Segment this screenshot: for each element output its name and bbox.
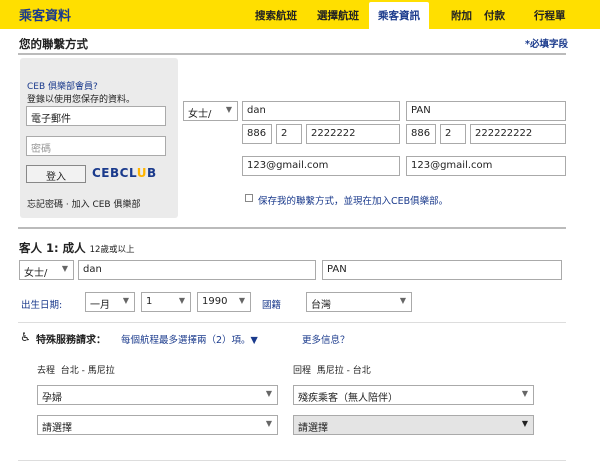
outbound-service-value-1: 孕婦 xyxy=(42,393,62,404)
passenger-title-value: 女士/ xyxy=(24,268,48,279)
chevron-down-icon: ▼ xyxy=(178,296,185,305)
nav-add-ons[interactable]: 附加 xyxy=(451,8,472,23)
passenger-title-select[interactable]: 女士/ ▼ xyxy=(19,260,74,280)
per-flight-toggle[interactable]: 每個航程最多選擇兩（2）項。▼ xyxy=(121,332,258,346)
more-info-link[interactable]: 更多信息？ xyxy=(302,332,350,346)
outbound-label: 去程 xyxy=(37,366,56,376)
passenger-heading: 客人 1: 成人 12歲或以上 xyxy=(19,240,134,256)
nav-passenger-info[interactable]: 乘客資訊 xyxy=(369,2,429,35)
outbound-service-select-2[interactable]: 請選擇 ▼ xyxy=(37,415,278,435)
login-button[interactable]: 登入 xyxy=(26,165,86,183)
passenger-first-name-input[interactable]: dan xyxy=(78,260,316,280)
nav-payment[interactable]: 付款 xyxy=(484,8,505,23)
contact-last-name-input[interactable]: PAN xyxy=(406,101,566,121)
email-input-1[interactable]: 123@gmail.com xyxy=(242,156,400,176)
passenger-heading-main: 客人 1: 成人 xyxy=(19,241,86,255)
chevron-down-icon: ▼ xyxy=(238,296,245,305)
return-service-value-1: 殘疾乘客（無人陪伴） xyxy=(298,393,398,404)
nationality-label: 國籍 xyxy=(262,300,282,311)
nationality-value: 台灣 xyxy=(311,300,331,311)
dob-label: 出生日期: xyxy=(21,300,63,311)
passenger-age-note: 12歲或以上 xyxy=(89,245,135,255)
contact-heading: 您的聯繫方式 xyxy=(19,37,88,51)
dob-day-value: 1 xyxy=(146,296,153,307)
phone1-area-code[interactable]: 2 xyxy=(276,124,302,144)
ceb-club-logo: CEBCLUB xyxy=(92,166,157,180)
nav-select-flights[interactable]: 選擇航班 xyxy=(317,8,359,23)
divider xyxy=(18,322,566,323)
forgot-join-link[interactable]: 忘記密碼 · 加入 CEB 俱樂部 xyxy=(27,197,140,210)
chevron-down-icon: ▼ xyxy=(61,264,68,273)
top-bar: 乘客資料 搜索航班 選擇航班 乘客資訊 附加 付款 行程單 xyxy=(0,0,600,35)
chevron-down-icon: ▼ xyxy=(265,419,272,428)
login-email-input[interactable]: 電子郵件 xyxy=(26,106,166,126)
login-hint: 登錄以使用您保存的資料。 xyxy=(27,95,136,105)
special-services-label: 特殊服務請求： xyxy=(36,335,106,346)
save-contact-checkbox[interactable] xyxy=(245,194,253,202)
divider xyxy=(18,460,566,461)
phone2-number[interactable]: 222222222 xyxy=(470,124,566,144)
page-title: 乘客資料 xyxy=(19,9,72,24)
return-service-select-1[interactable]: 殘疾乘客（無人陪伴） ▼ xyxy=(293,385,534,405)
login-password-input[interactable]: 密碼 xyxy=(26,136,166,156)
contact-title-value: 女士/ xyxy=(188,109,212,120)
nav-itinerary[interactable]: 行程單 xyxy=(534,8,566,23)
chevron-down-icon: ▼ xyxy=(521,419,528,428)
chevron-down-icon: ▼ xyxy=(521,389,528,398)
return-service-select-2[interactable]: 請選擇 ▼ xyxy=(293,415,534,435)
chevron-down-icon: ▼ xyxy=(399,296,406,305)
dob-year-select[interactable]: 1990 ▼ xyxy=(197,292,251,312)
chevron-down-icon: ▼ xyxy=(225,105,232,114)
chevron-down-icon: ▼ xyxy=(122,296,129,305)
return-service-value-2: 請選擇 xyxy=(298,423,328,434)
outbound-route: 去程 台北 - 馬尼拉 xyxy=(37,363,115,376)
wheelchair-icon: ♿ xyxy=(20,330,31,344)
dob-month-select[interactable]: 一月 ▼ xyxy=(85,292,135,312)
logo-text-o: U xyxy=(136,166,147,180)
outbound-service-select-1[interactable]: 孕婦 ▼ xyxy=(37,385,278,405)
phone1-country-code[interactable]: 886 xyxy=(242,124,272,144)
passenger-last-name-input[interactable]: PAN xyxy=(322,260,562,280)
phone2-country-code[interactable]: 886 xyxy=(406,124,436,144)
logo-text-a: CEB xyxy=(92,166,120,180)
save-contact-label[interactable]: 保存我的聯繫方式，並現在加入CEB俱樂部。 xyxy=(258,193,448,207)
nationality-select[interactable]: 台灣 ▼ xyxy=(306,292,412,312)
logo-text-c: B xyxy=(146,166,157,180)
member-question: CEB 俱樂部會員? xyxy=(27,82,98,92)
contact-title-select[interactable]: 女士/ ▼ xyxy=(183,101,238,121)
nav-search-flights[interactable]: 搜索航班 xyxy=(255,8,297,23)
email-input-2[interactable]: 123@gmail.com xyxy=(406,156,566,176)
outbound-route-text: 台北 - 馬尼拉 xyxy=(60,366,115,376)
logo-text-b: CL xyxy=(119,166,137,180)
divider xyxy=(18,227,566,229)
divider xyxy=(18,53,566,55)
dob-month-value: 一月 xyxy=(90,300,110,311)
dob-day-select[interactable]: 1 ▼ xyxy=(141,292,191,312)
return-route: 回程 馬尼拉 - 台北 xyxy=(293,363,371,376)
outbound-service-value-2: 請選擇 xyxy=(42,423,72,434)
phone2-area-code[interactable]: 2 xyxy=(440,124,466,144)
required-note: *必填字段 xyxy=(525,39,568,50)
dob-year-value: 1990 xyxy=(202,296,228,307)
return-label: 回程 xyxy=(293,366,312,376)
phone1-number[interactable]: 2222222 xyxy=(306,124,400,144)
return-route-text: 馬尼拉 - 台北 xyxy=(316,366,371,376)
contact-first-name-input[interactable]: dan xyxy=(242,101,400,121)
chevron-down-icon: ▼ xyxy=(265,389,272,398)
